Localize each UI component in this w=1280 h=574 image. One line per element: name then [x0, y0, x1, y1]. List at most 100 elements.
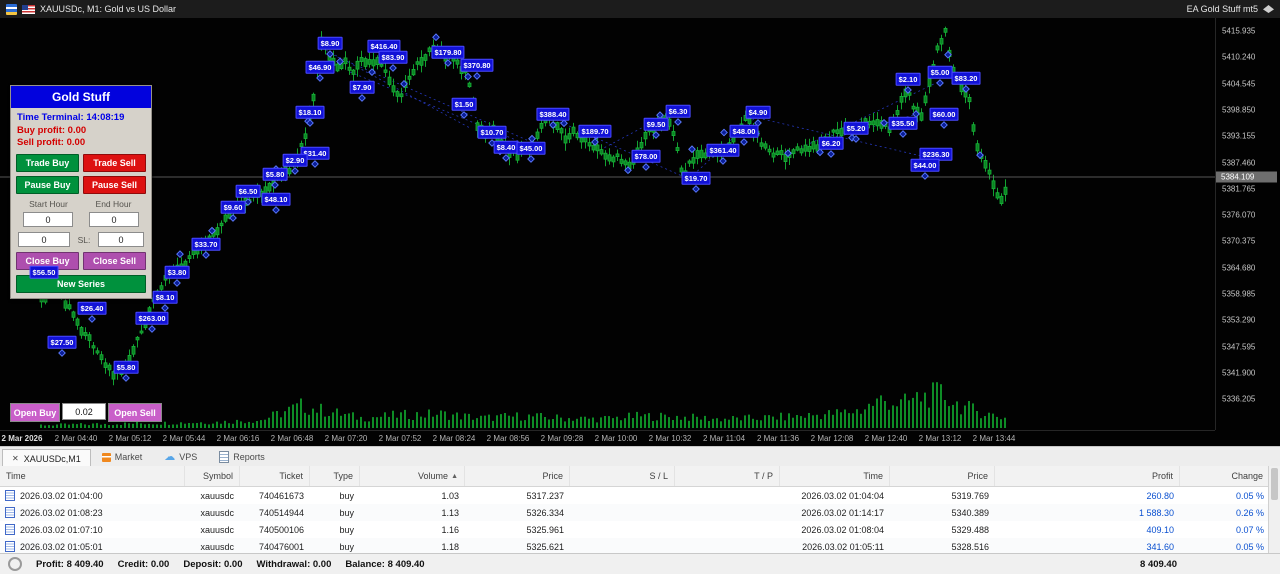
price-label-badge: $7.90	[349, 80, 375, 94]
summary-icon	[8, 557, 22, 571]
pause-buy-button[interactable]: Pause Buy	[16, 176, 79, 194]
end-hour-input[interactable]	[89, 212, 139, 227]
chart-tab[interactable]: ✕ XAUUSDc,M1	[2, 449, 91, 467]
cell-volume: 1.16	[441, 524, 459, 535]
price-label-badge: $35.50	[888, 116, 918, 130]
col-header-volume[interactable]: Volume ▲	[360, 466, 465, 486]
trade-sell-button[interactable]: Trade Sell	[83, 154, 146, 172]
time-tick: 2 Mar 13:44	[972, 434, 1016, 443]
price-tick: 5398.850	[1222, 105, 1256, 115]
trade-buy-button[interactable]: Trade Buy	[16, 154, 79, 172]
price-label-badge: $9.50	[643, 117, 669, 131]
table-body: 2026.03.02 01:04:00 xauusdc 740461673 buy 1.…	[0, 487, 1280, 555]
cell-profit: 409.10	[1146, 524, 1174, 535]
price-label-badge: $48.10	[261, 192, 291, 206]
sl-input[interactable]	[97, 232, 144, 247]
start-hour-input[interactable]	[23, 212, 73, 227]
history-table: Time Symbol Ticket Type Volume ▲ Price S / LT /…	[0, 466, 1280, 555]
table-row[interactable]: 2026.03.02 01:07:10 xauusdc 740500106 buy 1.…	[0, 521, 1280, 538]
ea-name: EA Gold Stuff mt5	[1186, 4, 1258, 14]
cell-symbol: xauusdc	[200, 507, 234, 518]
cell-ticket: 740476001	[258, 541, 304, 552]
col-header-type[interactable]: Type	[310, 466, 360, 486]
table-row[interactable]: 2026.03.02 01:04:00 xauusdc 740461673 buy 1.…	[0, 487, 1280, 504]
reports-icon	[219, 451, 230, 463]
time-tick: 2 Mar 05:44	[162, 434, 206, 443]
cell-time2: 2026.03.02 01:14:17	[801, 507, 884, 518]
lot-size-input[interactable]	[62, 403, 106, 420]
cell-change: 0.05 %	[1235, 490, 1264, 501]
col-header-sl[interactable]: S / L	[570, 466, 675, 486]
price-label-badge: $10.70	[477, 125, 507, 139]
time-tick: 2 Mar 07:20	[324, 434, 368, 443]
tab-vps[interactable]: ☁ VPS	[153, 447, 208, 467]
app-icon	[6, 3, 17, 15]
chart-tab-label: XAUUSDc,M1	[23, 453, 81, 464]
col-header-tp[interactable]: T / P	[675, 466, 780, 486]
time-tick: 2 Mar 04:40	[54, 434, 98, 443]
price-label-badge: $46.90	[305, 60, 335, 74]
scrollbar-thumb[interactable]	[1271, 468, 1278, 500]
time-tick: 2 Mar 08:24	[432, 434, 476, 443]
close-tab-icon[interactable]: ✕	[12, 454, 19, 463]
cell-change: 0.07 %	[1235, 524, 1264, 535]
tab-reports[interactable]: Reports	[208, 447, 276, 467]
time-terminal-label: Time Terminal: 14:08:19	[17, 112, 125, 123]
cell-volume: 1.13	[441, 507, 459, 518]
sort-asc-icon: ▲	[451, 472, 458, 480]
time-tick: 2 Mar 06:48	[270, 434, 314, 443]
cell-type: buy	[339, 541, 354, 552]
cell-price2: 5340.389	[951, 507, 989, 518]
time-tick: 2 Mar 05:12	[108, 434, 152, 443]
col-header-price[interactable]: Price	[890, 466, 995, 486]
price-label-badge: $8.40	[493, 140, 519, 154]
time-tick: 2 Mar 2026	[1, 434, 43, 443]
withdrawal-summary: Withdrawal: 0.00	[256, 558, 332, 570]
price-label-badge: $78.00	[631, 149, 661, 163]
tab-market[interactable]: Market	[91, 447, 154, 467]
price-label-badge: $263.00	[135, 311, 169, 325]
profit-summary: Profit: 8 409.40	[36, 558, 104, 570]
col-header-time[interactable]: Time	[0, 466, 185, 486]
open-sell-button[interactable]: Open Sell	[108, 403, 162, 422]
time-tick: 2 Mar 11:04	[702, 434, 746, 443]
price-label-badge: $5.80	[113, 360, 139, 374]
close-sell-button[interactable]: Close Sell	[83, 252, 146, 270]
price-label-badge: $2.90	[282, 153, 308, 167]
price-label-badge: $56.50	[29, 265, 59, 279]
cell-profit: 260.80	[1146, 490, 1174, 501]
price-tick: 5404.545	[1222, 79, 1256, 89]
price-label-badge: $6.30	[665, 104, 691, 118]
titlebar: XAUUSDc, M1: Gold vs US Dollar EA Gold S…	[0, 0, 1280, 18]
cell-price: 5325.961	[526, 524, 564, 535]
col-header-change[interactable]: Change	[1180, 466, 1270, 486]
time-tick: 2 Mar 06:16	[216, 434, 260, 443]
open-controls: Open Buy Open Sell	[10, 403, 162, 422]
table-scrollbar[interactable]	[1268, 466, 1280, 554]
symbol-flag-icon	[22, 4, 35, 14]
price-scale[interactable]: 5384.109 5415.935 5410.240 5404.545 5398.85…	[1215, 18, 1280, 430]
col-header-profit[interactable]: Profit	[995, 466, 1180, 486]
chart-area: Gold Stuff Time Terminal: 14:08:19 Buy p…	[0, 18, 1280, 447]
time-tick: 2 Mar 10:00	[594, 434, 638, 443]
col-header-symbol[interactable]: Symbol	[185, 466, 240, 486]
table-row[interactable]: 2026.03.02 01:08:23 xauusdc 740514944 buy 1.…	[0, 504, 1280, 521]
col-header-time[interactable]: Time	[780, 466, 890, 486]
col-header-price[interactable]: Price	[465, 466, 570, 486]
tabbar: ✕ XAUUSDc,M1 Market ☁ VPS Reports	[0, 446, 1280, 467]
col-header-ticket[interactable]: Ticket	[240, 466, 310, 486]
tp-input[interactable]	[18, 232, 70, 247]
price-label-badge: $361.40	[706, 143, 740, 157]
time-axis[interactable]: 2 Mar 2026 2 Mar 04:40 2 Mar 05:12 2 Mar 05…	[0, 430, 1215, 447]
pause-sell-button[interactable]: Pause Sell	[83, 176, 146, 194]
price-tick: 5353.290	[1222, 315, 1256, 325]
time-tick: 2 Mar 10:32	[648, 434, 692, 443]
cell-type: buy	[339, 507, 354, 518]
open-buy-button[interactable]: Open Buy	[10, 403, 60, 422]
time-tick: 2 Mar 08:56	[486, 434, 530, 443]
price-label-badge: $5.20	[843, 121, 869, 135]
cell-price: 5326.334	[526, 507, 564, 518]
price-tick: 5341.900	[1222, 368, 1256, 378]
price-chart[interactable]	[0, 18, 1215, 430]
sell-profit-label: Sell profit: 0.00	[17, 137, 86, 148]
